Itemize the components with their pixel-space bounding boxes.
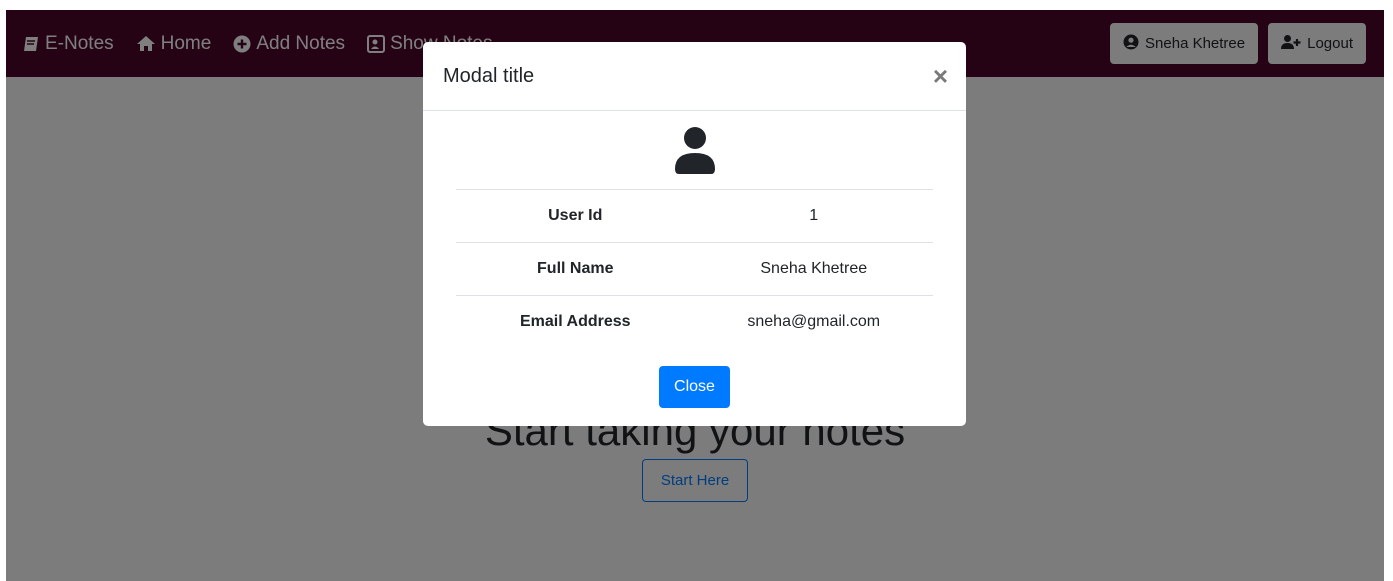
modal-body: User Id 1 Full Name Sneha Khetree Email … [423,111,966,408]
modal-footer: Close [456,349,933,408]
table-row: Email Address sneha@gmail.com [456,295,933,349]
email-label: Email Address [456,295,695,349]
close-button[interactable]: Close [659,365,730,408]
full-name-value: Sneha Khetree [694,242,933,296]
user-avatar-icon [456,127,933,189]
email-value: sneha@gmail.com [694,295,933,349]
table-row: Full Name Sneha Khetree [456,242,933,296]
modal-title: Modal title [443,64,535,87]
user-profile-modal: Modal title × User Id 1 Full Name Sneha … [423,42,966,426]
table-row: User Id 1 [456,189,933,243]
full-name-label: Full Name [456,242,695,296]
user-id-value: 1 [694,189,933,243]
user-info-table: User Id 1 Full Name Sneha Khetree Email … [456,189,933,349]
user-id-label: User Id [456,189,695,243]
close-icon[interactable]: × [933,63,948,89]
modal-header: Modal title × [423,42,966,111]
